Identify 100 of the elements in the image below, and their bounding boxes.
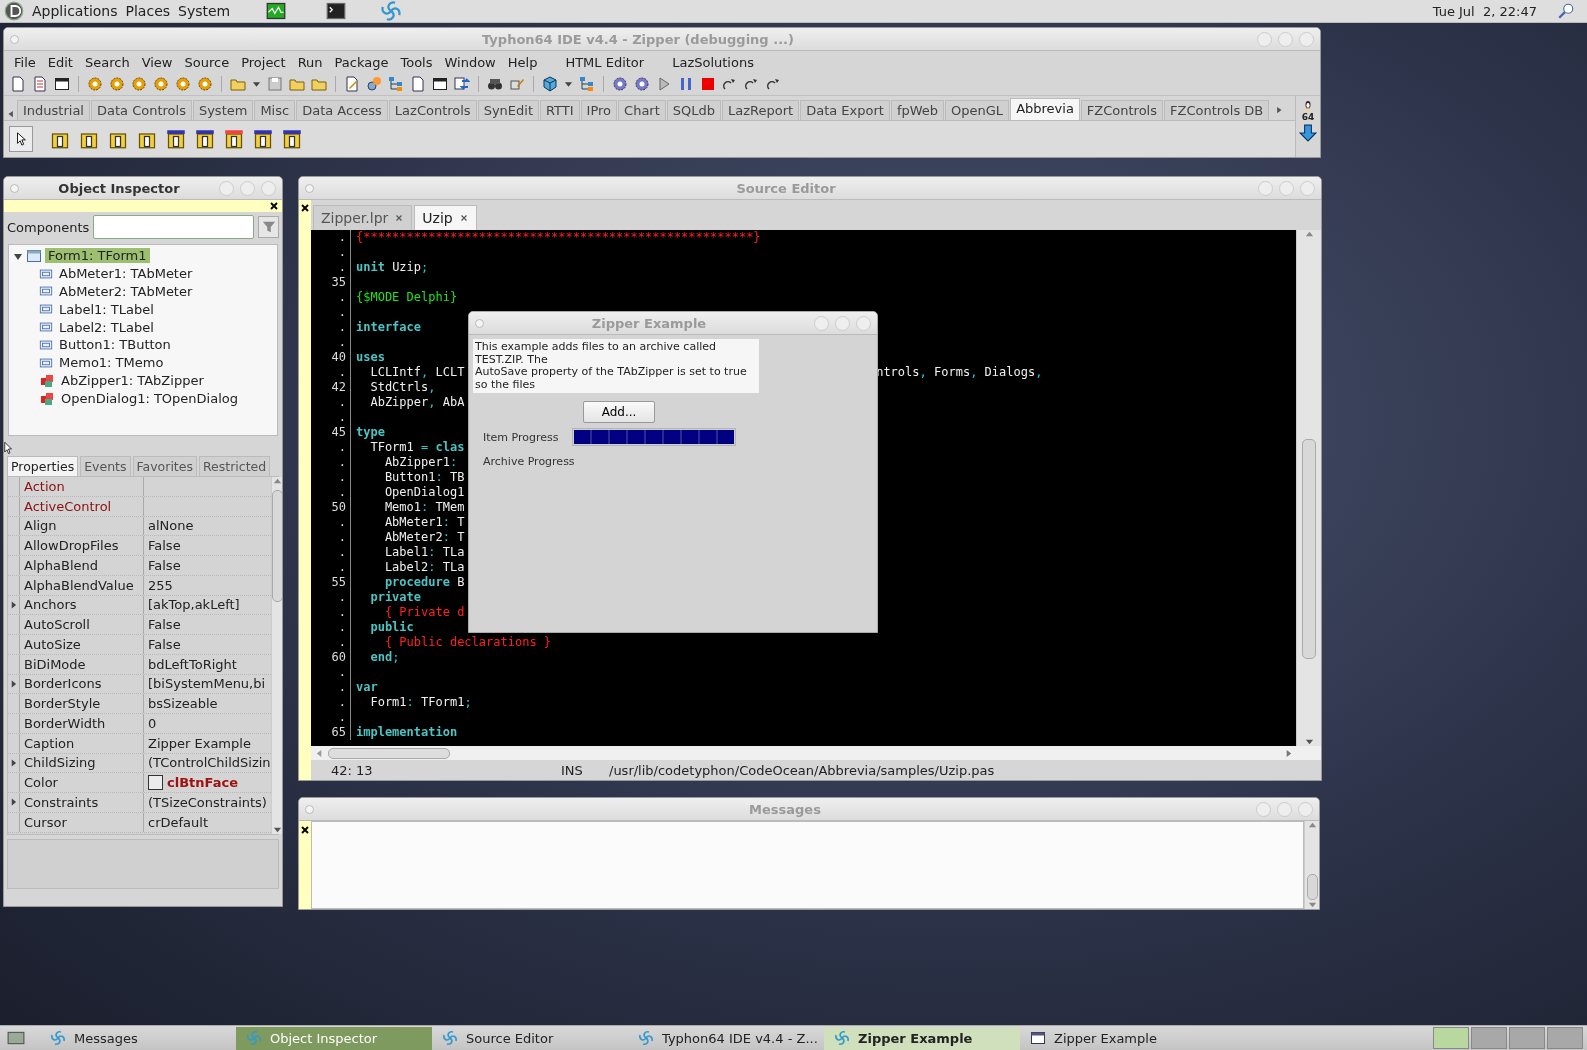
shapes-icon[interactable]	[366, 76, 382, 92]
down-icon[interactable]	[272, 825, 282, 834]
hierarchy-icon[interactable]	[388, 76, 404, 92]
property-value[interactable]: False	[148, 617, 181, 633]
cube-icon[interactable]	[542, 76, 558, 92]
gear-icon[interactable]	[153, 76, 169, 92]
tree-item[interactable]: AbMeter2: TAbMeter	[56, 284, 196, 299]
menu-item[interactable]: LazSolutions	[666, 54, 760, 70]
palette-tab[interactable]: System	[192, 100, 254, 120]
tree-item[interactable]: AbMeter1: TAbMeter	[56, 266, 196, 282]
property-row[interactable]: BorderIcons [biSystemMenu,bi	[8, 674, 271, 695]
tree-item[interactable]: Button1: TButton	[56, 337, 174, 353]
palette-tab[interactable]: Misc	[254, 100, 296, 120]
step-icon[interactable]	[766, 76, 782, 92]
tree-item[interactable]: Form1: TForm1	[45, 248, 150, 264]
menu-item[interactable]: Edit	[41, 54, 79, 70]
expand-icon[interactable]	[10, 757, 17, 768]
palette-tab[interactable]: FZControls	[1080, 100, 1163, 120]
add-button[interactable]: Add...	[583, 401, 655, 424]
taskbar-button[interactable]: Source Editor	[432, 1026, 628, 1050]
menu-item[interactable]: Window	[438, 54, 502, 70]
component-icon[interactable]	[282, 129, 302, 149]
property-value[interactable]: crDefault	[148, 814, 208, 830]
property-value[interactable]: 0	[148, 715, 157, 731]
menu-item[interactable]: Project	[235, 54, 292, 70]
component-icon[interactable]	[224, 129, 244, 149]
palette-tab[interactable]: RTTI	[540, 100, 580, 120]
panel-menu[interactable]: Applications	[32, 3, 118, 19]
panel-menu[interactable]: System	[178, 3, 231, 19]
taskbar-button[interactable]: Zipper Example	[1020, 1026, 1216, 1050]
property-value[interactable]: [akTop,akLeft]	[148, 597, 240, 613]
palette-tab[interactable]: Industrial	[17, 100, 90, 120]
property-row[interactable]: AlphaBlend False	[8, 556, 271, 576]
property-value[interactable]: False	[148, 557, 181, 573]
palette-tab[interactable]: FZControls DB	[1164, 100, 1270, 120]
gear-icon[interactable]	[634, 76, 650, 92]
property-row[interactable]: Caption Zipper Example	[8, 733, 271, 754]
editor-tab[interactable]: Uzip	[414, 205, 477, 230]
palette-tab[interactable]: Chart	[618, 100, 666, 120]
swirl-icon[interactable]	[442, 1030, 458, 1046]
taskbar-button[interactable]: Typhon64 IDE v4.4 - Z...	[628, 1026, 824, 1050]
property-value[interactable]: clBtnFace	[167, 775, 238, 791]
menu-item[interactable]: HTML Editor	[559, 54, 651, 70]
menu-item[interactable]: Package	[328, 54, 395, 70]
tree-item[interactable]: Label2: TLabel	[56, 319, 157, 335]
property-value[interactable]: False	[148, 636, 181, 652]
property-value[interactable]: 255	[148, 577, 173, 593]
property-value[interactable]: False	[148, 538, 181, 554]
property-row[interactable]: AlphaBlendValue 255	[8, 575, 271, 596]
close-icon[interactable]	[268, 200, 280, 212]
gear-icon[interactable]	[131, 76, 147, 92]
gear-icon[interactable]	[197, 76, 213, 92]
swirl-icon[interactable]	[380, 0, 403, 22]
property-row[interactable]: AutoSize False	[8, 635, 271, 655]
up-icon[interactable]	[272, 477, 282, 486]
gear-icon[interactable]	[109, 76, 125, 92]
document-icon[interactable]	[10, 76, 26, 92]
step-icon[interactable]	[744, 76, 760, 92]
scrollbar[interactable]	[270, 477, 282, 834]
palette-tab[interactable]: Data Access	[296, 100, 388, 120]
text-document-icon[interactable]	[32, 76, 48, 92]
scroll-thumb[interactable]	[1306, 874, 1318, 900]
property-value[interactable]: Zipper Example	[148, 735, 251, 751]
close-tab-icon[interactable]	[394, 213, 405, 223]
palette-tab[interactable]: LazControls	[388, 100, 477, 120]
menu-item[interactable]: Search	[78, 54, 136, 70]
menu-item[interactable]: Tools	[394, 54, 439, 70]
binoculars-icon[interactable]	[487, 76, 503, 92]
tree-item[interactable]: OpenDialog1: TOpenDialog	[58, 390, 241, 406]
property-row[interactable]: Constraints (TSizeConstraints)	[8, 793, 271, 813]
palette-tab[interactable]: Data Export	[800, 100, 890, 120]
clock[interactable]: Tue Jul 2, 22:47	[1432, 3, 1537, 19]
swirl-icon[interactable]	[834, 1030, 850, 1046]
palette-tab[interactable]: IPro	[580, 100, 618, 120]
editor-tab[interactable]: Zipper.lpr	[313, 205, 413, 230]
menu-item[interactable]: Run	[291, 54, 329, 70]
property-value[interactable]: bdLeftToRight	[148, 656, 237, 672]
pause-icon[interactable]	[678, 76, 694, 92]
distro-logo-icon[interactable]	[4, 1, 24, 21]
hierarchy-icon[interactable]	[579, 76, 595, 92]
property-row[interactable]: Color clBtnFace	[8, 773, 271, 793]
system-monitor-icon[interactable]	[266, 1, 287, 21]
show-desktop-icon[interactable]	[6, 1029, 26, 1047]
menu-item[interactable]: Source	[178, 54, 236, 70]
swap-icon[interactable]	[454, 76, 470, 92]
taskbar-button[interactable]: Messages	[40, 1026, 236, 1050]
property-value[interactable]: bsSizeable	[148, 696, 218, 712]
scroll-thumb[interactable]	[328, 747, 450, 759]
step-icon[interactable]	[722, 76, 738, 92]
menu-item[interactable]: View	[135, 54, 179, 70]
property-value[interactable]: [biSystemMenu,bi	[148, 676, 266, 692]
components-filter-field[interactable]	[93, 215, 255, 239]
property-value[interactable]: alNone	[148, 518, 194, 534]
scroll-thumb[interactable]	[271, 490, 282, 602]
scrollbar[interactable]	[1304, 821, 1319, 909]
menu-item[interactable]: File	[8, 54, 42, 70]
search-icon[interactable]	[1557, 2, 1575, 20]
save-icon[interactable]	[267, 76, 283, 92]
palette-tab[interactable]: Data Controls	[91, 100, 192, 120]
down-arrow-icon[interactable]	[1299, 124, 1317, 142]
